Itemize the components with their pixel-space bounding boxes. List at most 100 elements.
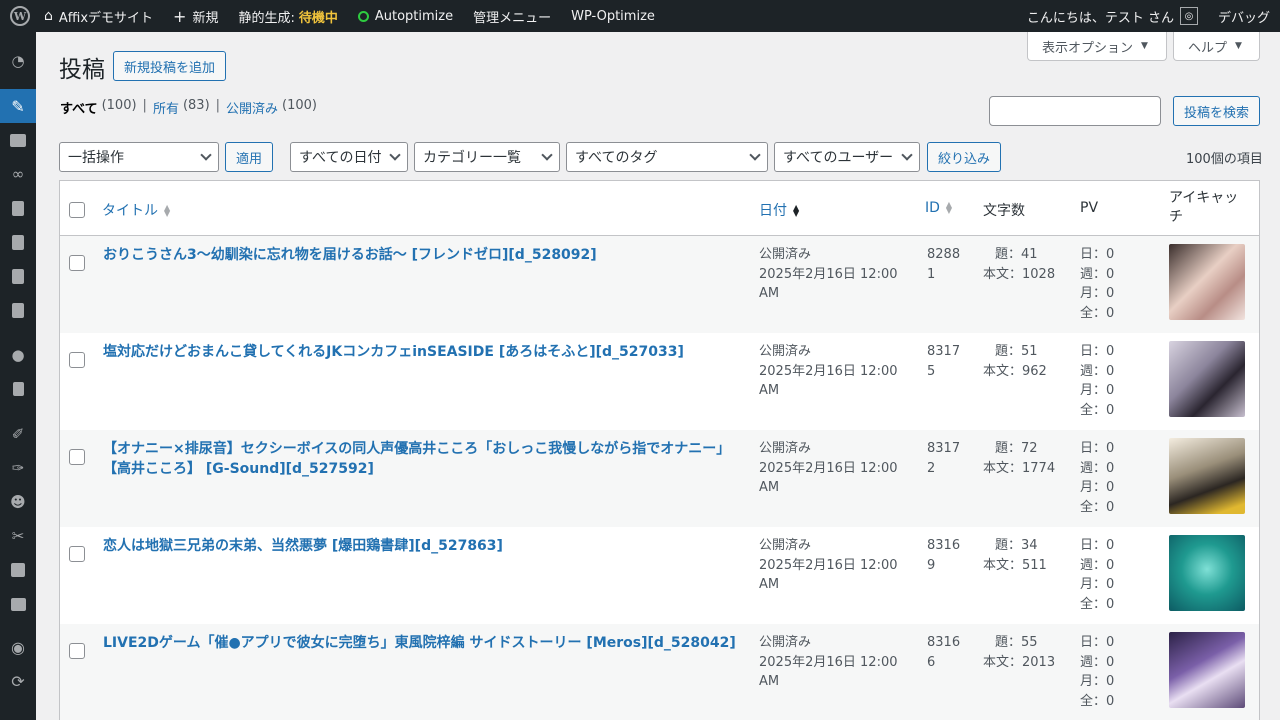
trash-icon[interactable] — [0, 372, 36, 406]
view-mine-link[interactable]: 所有 — [153, 98, 179, 117]
select-all-checkbox[interactable] — [69, 202, 85, 218]
pv-day: 日：0 — [1080, 441, 1115, 456]
user-filter-select[interactable]: すべてのユーザー — [774, 142, 920, 172]
table-row: おりこうさん3〜幼馴染に忘れ物を届けるお話〜 [フレンドゼロ][d_528092… — [60, 236, 1259, 333]
column-pv: PV — [1080, 200, 1099, 216]
row-checkbox[interactable] — [69, 352, 85, 368]
plus-icon: + — [173, 6, 187, 26]
account-menu[interactable]: こんにちは、テスト さん ◎ — [1017, 0, 1208, 32]
screen-options-label: 表示オプション — [1042, 40, 1134, 56]
table-icon[interactable] — [0, 587, 36, 621]
post-datetime: 2025年2月16日 12:00 AM — [759, 363, 898, 399]
view-published-count: (100) — [282, 98, 318, 113]
featured-image[interactable] — [1169, 438, 1245, 514]
sort-desc-icon: ▲ ▼ — [793, 203, 800, 218]
plugins-icon[interactable]: ✑ — [0, 451, 36, 485]
post-date: 公開済み 2025年2月16日 12:00 AM — [759, 633, 899, 692]
date-filter-value: すべての日付 — [299, 150, 382, 166]
pv-all: 全：0 — [1080, 596, 1115, 612]
tag-filter-select[interactable]: すべてのタグ — [566, 142, 768, 172]
filter-button[interactable]: 絞り込み — [927, 142, 1002, 172]
custom-post-icon-1[interactable] — [0, 225, 36, 259]
column-title-sort[interactable]: タイトル ▲ ▼ — [102, 200, 170, 220]
tag-filter-value: すべてのタグ — [575, 150, 658, 166]
table-row: LIVE2Dゲーム「催●アプリで彼女に完堕ち」東風院梓編 サイドストーリー [M… — [60, 624, 1259, 720]
row-checkbox[interactable] — [69, 449, 85, 465]
post-title-link[interactable]: 塩対応だけどおまんこ貸してくれるJKコンカフェinSEASIDE [あろはそふと… — [103, 342, 743, 362]
autoptimize-menu[interactable]: Autoptimize — [348, 0, 463, 32]
site-name-menu[interactable]: ⌂ Affixデモサイト — [40, 0, 163, 32]
featured-image[interactable] — [1169, 632, 1245, 708]
appearance-icon[interactable]: ✐ — [0, 417, 36, 451]
debug-menu[interactable]: デバッグ — [1208, 0, 1280, 32]
bulk-action-value: 一括操作 — [68, 150, 124, 166]
optimize-icon[interactable]: ⟳ — [0, 664, 36, 698]
column-id-sort[interactable]: ID ▲ ▼ — [925, 200, 952, 216]
view-all-count: (100) — [101, 98, 137, 113]
eye-icon[interactable]: ◉ — [0, 630, 36, 664]
apply-button[interactable]: 適用 — [225, 142, 274, 172]
post-title-link[interactable]: 恋人は地獄三兄弟の末弟、当然悪夢 [爆田鶏書肆][d_527863] — [103, 536, 743, 556]
view-published-link[interactable]: 公開済み — [226, 98, 278, 117]
post-date: 公開済み 2025年2月16日 12:00 AM — [759, 342, 899, 401]
chevron-down-icon — [749, 149, 761, 161]
featured-image[interactable] — [1169, 535, 1245, 611]
pv-week: 週：0 — [1080, 363, 1115, 379]
post-status: 公開済み — [759, 538, 812, 553]
tools-icon[interactable]: ✂ — [0, 519, 36, 553]
admin-menu-label: 管理メニュー — [473, 10, 552, 26]
sort-icon: ▲ ▼ — [164, 203, 171, 218]
wp-optimize-menu[interactable]: WP-Optimize — [561, 0, 665, 32]
post-status: 公開済み — [759, 635, 812, 650]
new-content-menu[interactable]: + 新規 — [163, 0, 228, 32]
view-all-link[interactable]: すべて — [60, 98, 98, 117]
row-checkbox[interactable] — [69, 546, 85, 562]
post-search-input[interactable] — [989, 96, 1161, 126]
table-row: 恋人は地獄三兄弟の末弟、当然悪夢 [爆田鶏書肆][d_527863] 公開済み … — [60, 527, 1259, 624]
body-count: 本文：962 — [983, 363, 1047, 379]
search-posts-button[interactable]: 投稿を検索 — [1173, 96, 1261, 126]
page-views: 日：0 週：0 月：0 全：0 — [1080, 342, 1114, 420]
pages-icon[interactable] — [0, 191, 36, 225]
date-filter-select[interactable]: すべての日付 — [290, 142, 408, 172]
column-date-sort[interactable]: 日付 ▲ ▼ — [759, 200, 799, 220]
static-generation-menu[interactable]: 静的生成: 待機中 — [228, 0, 347, 32]
screen-options-button[interactable]: 表示オプション ▼ — [1027, 32, 1167, 61]
table-row: 塩対応だけどおまんこ貸してくれるJKコンカフェinSEASIDE [あろはそふと… — [60, 333, 1259, 430]
chevron-down-icon — [200, 149, 212, 161]
custom-post-icon-3[interactable] — [0, 293, 36, 327]
row-checkbox[interactable] — [69, 643, 85, 659]
admin-menu-link[interactable]: 管理メニュー — [463, 0, 561, 32]
users-icon[interactable]: ☻ — [0, 485, 36, 519]
help-button[interactable]: ヘルプ ▼ — [1173, 32, 1260, 61]
dashboard-icon[interactable]: ◔ — [0, 44, 36, 78]
admin-sidebar: ◔ ✎ ∞ ● ✐ ✑ ☻ ✂ ◉ ⟳ — [0, 32, 36, 720]
comments-icon[interactable]: ● — [0, 338, 36, 372]
home-icon: ⌂ — [44, 8, 53, 24]
row-checkbox[interactable] — [69, 255, 85, 271]
post-title-link[interactable]: LIVE2Dゲーム「催●アプリで彼女に完堕ち」東風院梓編 サイドストーリー [M… — [103, 633, 743, 653]
column-date-label: 日付 — [759, 203, 787, 219]
links-icon[interactable]: ∞ — [0, 157, 36, 191]
wordpress-logo-menu[interactable]: W — [0, 0, 40, 32]
custom-post-icon-2[interactable] — [0, 259, 36, 293]
settings-icon[interactable] — [0, 553, 36, 587]
title-count: 題：34 — [995, 538, 1038, 553]
category-filter-select[interactable]: カテゴリー一覧 — [414, 142, 560, 172]
posts-icon[interactable]: ✎ — [0, 89, 36, 123]
page-views: 日：0 週：0 月：0 全：0 — [1080, 536, 1114, 614]
caret-down-icon: ▼ — [1141, 41, 1148, 51]
post-datetime: 2025年2月16日 12:00 AM — [759, 460, 898, 496]
page-title: 投稿 — [59, 57, 105, 83]
sort-icon: ▲ ▼ — [945, 200, 953, 215]
post-title-link[interactable]: 【オナニー×排尿音】セクシーボイスの同人声優高井こころ「おしっこ我慢しながら指で… — [103, 439, 743, 479]
featured-image[interactable] — [1169, 244, 1245, 320]
featured-image[interactable] — [1169, 341, 1245, 417]
post-date: 公開済み 2025年2月16日 12:00 AM — [759, 439, 899, 498]
media-icon[interactable] — [0, 123, 36, 157]
table-row: 【オナニー×排尿音】セクシーボイスの同人声優高井こころ「おしっこ我慢しながら指で… — [60, 430, 1259, 527]
bulk-action-select[interactable]: 一括操作 — [59, 142, 219, 172]
add-new-post-button[interactable]: 新規投稿を追加 — [113, 51, 227, 81]
post-title-link[interactable]: おりこうさん3〜幼馴染に忘れ物を届けるお話〜 [フレンドゼロ][d_528092… — [103, 245, 743, 265]
column-id-label: ID — [925, 200, 940, 216]
